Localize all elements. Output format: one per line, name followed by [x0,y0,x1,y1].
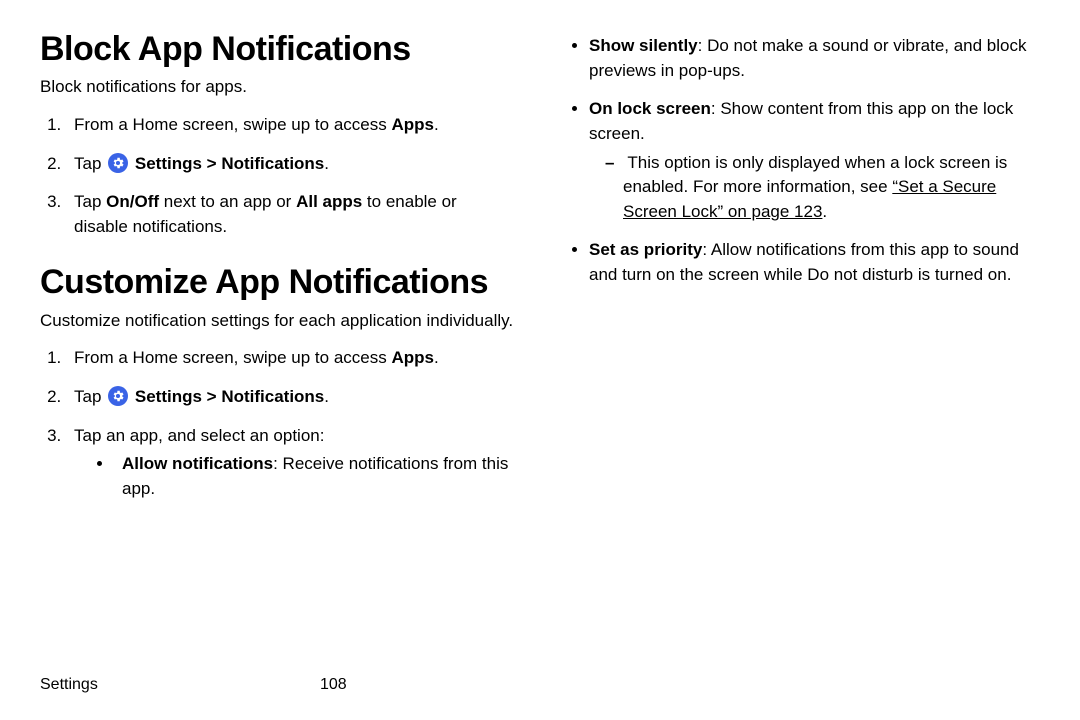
footer-section: Settings [40,676,98,694]
settings-gear-icon [108,153,128,173]
right-column: Show silently: Do not make a sound or vi… [565,30,1040,526]
step-2: Tap Settings > Notifications. [66,152,515,177]
option-set-as-priority: Set as priority: Allow notifications fro… [589,238,1040,287]
cstep-1: From a Home screen, swipe up to access A… [66,346,515,371]
step-3: Tap On/Off next to an app or All apps to… [66,190,515,239]
option-show-silently: Show silently: Do not make a sound or vi… [589,34,1040,83]
intro-block: Block notifications for apps. [40,75,515,99]
left-column: Block App Notifications Block notificati… [40,30,515,526]
option-on-lock-screen: On lock screen: Show content from this a… [589,97,1040,224]
settings-gear-icon [108,386,128,406]
steps-customize: From a Home screen, swipe up to access A… [40,346,515,501]
option-list-right: Show silently: Do not make a sound or vi… [565,34,1040,288]
intro-customize: Customize notification settings for each… [40,309,515,333]
cstep-2: Tap Settings > Notifications. [66,385,515,410]
heading-block-app-notifications: Block App Notifications [40,30,515,69]
heading-customize-app-notifications: Customize App Notifications [40,263,515,302]
lock-screen-note: This option is only displayed when a loc… [623,151,1040,225]
sub-note-list: This option is only displayed when a loc… [589,151,1040,225]
option-list-left: Allow notifications: Receive notificatio… [74,452,515,501]
option-allow-notifications: Allow notifications: Receive notificatio… [114,452,515,501]
cstep-3: Tap an app, and select an option: Allow … [66,424,515,502]
steps-block: From a Home screen, swipe up to access A… [40,113,515,240]
page-footer: Settings 108 [40,676,1040,694]
footer-page-number: 108 [98,676,569,694]
step-1: From a Home screen, swipe up to access A… [66,113,515,138]
